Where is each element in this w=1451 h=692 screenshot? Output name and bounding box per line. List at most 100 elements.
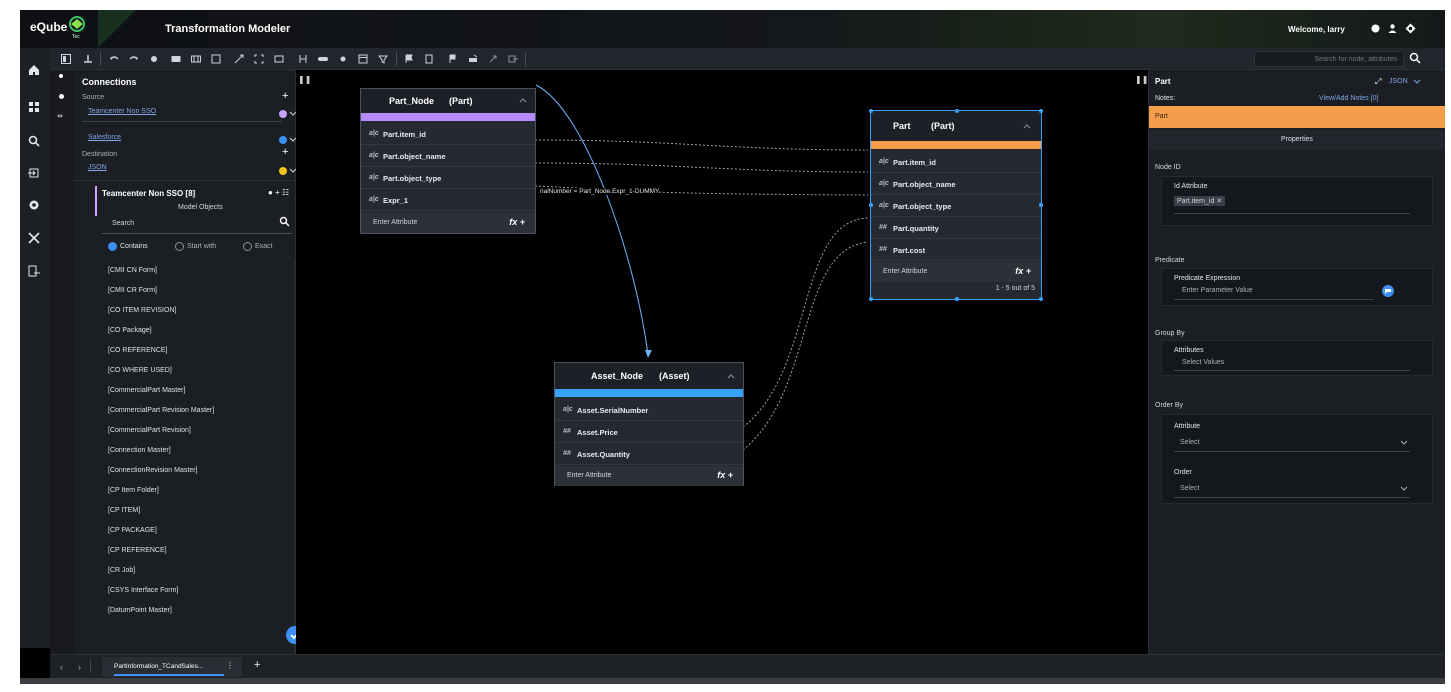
add-expression-button[interactable]: fx + (509, 217, 525, 227)
export-icon[interactable] (487, 53, 499, 65)
attribute-row[interactable]: ## Asset.Quantity (555, 443, 743, 465)
order-attribute-select[interactable]: Select (1180, 439, 1199, 446)
list-item[interactable]: [CommercialPart Revision] (108, 427, 191, 434)
add-destination-button[interactable]: + (282, 146, 288, 158)
join-icon[interactable] (297, 53, 309, 65)
selection-handle[interactable] (955, 297, 959, 301)
list-item[interactable]: [CP PACKAGE] (108, 527, 157, 534)
add-node-icon[interactable] (148, 53, 160, 65)
chat-bubble-icon[interactable] (1382, 285, 1394, 297)
node-header[interactable]: Part_Node (Part) (361, 89, 535, 113)
model-actions-icon[interactable]: ● + ☷ (268, 188, 289, 197)
attribute-row[interactable]: a|c Part.item_id (871, 151, 1041, 173)
filter-contains-label[interactable]: Contains (120, 243, 148, 250)
list-item[interactable]: [CMII CR Form] (108, 287, 157, 294)
filter-start-with-label[interactable]: Start with (187, 243, 216, 250)
list-item[interactable]: [Connection Master] (108, 447, 171, 454)
add-expression-button[interactable]: fx + (717, 470, 733, 480)
tab-prev-icon[interactable]: ‹ (60, 662, 63, 672)
exit-icon[interactable] (507, 53, 519, 65)
document-icon[interactable] (423, 53, 435, 65)
tab-menu-icon[interactable]: ⋮ (226, 661, 234, 670)
selection-handle[interactable] (869, 297, 873, 301)
redo-icon[interactable] (128, 53, 140, 65)
attribute-row[interactable]: a|c Part.object_type (361, 167, 535, 189)
attribute-row[interactable]: a|c Part.object_type (871, 195, 1041, 217)
collapse-icon[interactable] (1023, 123, 1031, 129)
add-tab-button[interactable]: + (254, 659, 260, 671)
attribute-row[interactable]: a|c Expr_1 (361, 189, 535, 211)
filter-exact-label[interactable]: Exact (255, 243, 273, 250)
list-item[interactable]: [CO Package] (108, 327, 152, 334)
attribute-row[interactable]: ## Part.cost (871, 239, 1041, 261)
import-icon[interactable] (27, 166, 41, 180)
asset-node-card[interactable]: Asset_Node (Asset) a|c Asset.SerialNumber… (554, 362, 744, 486)
model-search-input[interactable]: Search (112, 220, 134, 227)
chevron-down-icon[interactable] (1400, 440, 1408, 446)
toggle-icon[interactable] (317, 53, 329, 65)
grid-icon[interactable] (190, 53, 202, 65)
pin-icon[interactable]: ⤢ (1375, 77, 1381, 87)
list-item[interactable]: [CommercialPart Revision Master] (108, 407, 214, 414)
list-item[interactable]: [CP Item Folder] (108, 487, 159, 494)
window-icon[interactable] (357, 53, 369, 65)
attribute-row[interactable]: a|c Part.item_id (361, 123, 535, 145)
attribute-row[interactable]: ## Part.quantity (871, 217, 1041, 239)
attribute-row[interactable]: a|c Part.object_name (361, 145, 535, 167)
fit-screen-icon[interactable] (253, 53, 265, 65)
flag-icon[interactable] (403, 53, 415, 65)
list-item[interactable]: [CO REFERENCE] (108, 347, 168, 354)
collapse-right-icon[interactable]: ❚❚ (1135, 75, 1148, 84)
selection-handle[interactable] (1039, 203, 1043, 207)
attribute-row[interactable]: ## Asset.Price (555, 421, 743, 443)
tab-next-icon[interactable]: › (78, 662, 81, 672)
part-node-card[interactable]: Part_Node (Part) a|c Part.item_id a|c Part… (360, 88, 536, 234)
panel-toggle-icon[interactable] (60, 53, 72, 65)
user-icon[interactable] (1387, 23, 1398, 34)
format-selector[interactable]: JSON (1389, 78, 1408, 85)
destination-json-link[interactable]: JSON (88, 164, 107, 171)
node-header[interactable]: Asset_Node (Asset) (555, 363, 743, 389)
settings-icon[interactable] (1405, 23, 1416, 34)
add-source-button[interactable]: + (282, 90, 288, 102)
export-icon[interactable] (27, 264, 41, 278)
chevron-down-icon[interactable] (1400, 486, 1408, 492)
filter-contains-radio[interactable] (108, 242, 117, 251)
list-item[interactable]: [CommercialPart Master] (108, 387, 185, 394)
filter-start-with-radio[interactable] (175, 242, 184, 251)
selection-handle[interactable] (1039, 297, 1043, 301)
enter-attribute-field[interactable]: Enter Attribute fx + (871, 262, 1041, 282)
selection-handle[interactable] (955, 109, 959, 113)
list-item[interactable]: [CMII CN Form] (108, 267, 157, 274)
selection-handle[interactable] (869, 203, 873, 207)
chevron-down-icon[interactable] (1413, 79, 1421, 85)
order-select[interactable]: Select (1180, 485, 1199, 492)
apps-icon[interactable] (27, 100, 41, 114)
table-icon[interactable] (170, 53, 182, 65)
link-icon[interactable]: ⇹ (57, 112, 63, 120)
list-item[interactable]: [DatumPoint Master] (108, 607, 172, 614)
join-condition-label[interactable]: rialNumber = Part_Node.Expr_1-DUMMY (540, 188, 660, 195)
gear-icon[interactable] (27, 198, 41, 212)
collapse-icon[interactable] (727, 373, 735, 379)
source-teamcenter-link[interactable]: Teamcenter Non SSO (88, 108, 156, 115)
list-item[interactable]: [ConnectionRevision Master] (108, 467, 198, 474)
filter-exact-radio[interactable] (243, 242, 252, 251)
undo-icon[interactable] (108, 53, 120, 65)
tools-icon[interactable] (27, 231, 41, 245)
view-add-notes-link[interactable]: View/Add Notes [0] (1319, 95, 1378, 102)
enter-attribute-field[interactable]: Enter Attribute fx + (555, 466, 743, 486)
attribute-row[interactable]: a|c Part.object_name (871, 173, 1041, 195)
add-expression-button[interactable]: fx + (1015, 266, 1031, 276)
selection-handle[interactable] (1039, 109, 1043, 113)
remove-chip-icon[interactable]: ✕ (1216, 198, 1222, 205)
search-icon[interactable] (279, 216, 290, 227)
status-dot-icon[interactable] (1370, 23, 1381, 34)
list-item[interactable]: [CP REFERENCE] (108, 547, 167, 554)
attribute-row[interactable]: a|c Asset.SerialNumber (555, 399, 743, 421)
layout-icon[interactable] (210, 53, 222, 65)
search-icon[interactable] (1408, 51, 1422, 65)
source-salesforce-link[interactable]: Salesforce (88, 134, 121, 141)
tab-active[interactable]: PartInformation_TCandSales... ⋮ (102, 657, 242, 677)
list-item[interactable]: [CR Job] (108, 567, 135, 574)
